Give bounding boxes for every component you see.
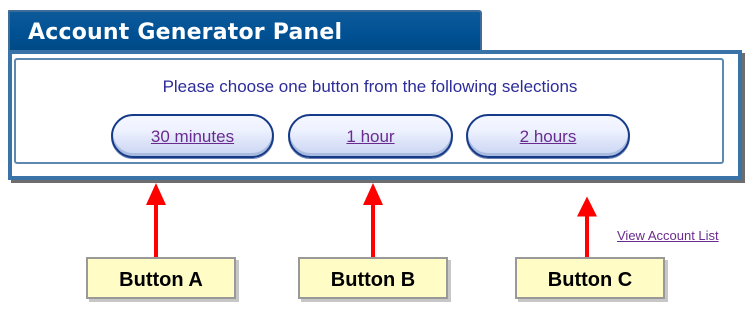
button-b-callout-text: Button B bbox=[330, 269, 416, 291]
arrow-up-icon bbox=[146, 183, 166, 257]
button-a-callout: Button A bbox=[86, 257, 236, 299]
selection-instruction: Please choose one button from the follow… bbox=[162, 77, 578, 96]
two-hours-button-label: 2 hours bbox=[519, 127, 577, 146]
thirty-minutes-button-label: 30 minutes bbox=[150, 127, 235, 146]
button-b-callout: Button B bbox=[298, 257, 448, 299]
arrow-up-icon bbox=[363, 183, 383, 257]
thirty-minutes-button[interactable]: 30 minutes bbox=[111, 114, 274, 158]
panel-header: Account Generator Panel bbox=[8, 10, 482, 52]
view-account-list-link[interactable]: View Account List bbox=[617, 228, 719, 243]
one-hour-button[interactable]: 1 hour bbox=[288, 114, 453, 158]
one-hour-button-label: 1 hour bbox=[346, 127, 395, 146]
button-c-callout-text: Button C bbox=[547, 269, 633, 291]
button-a-callout-text: Button A bbox=[119, 269, 203, 291]
button-c-callout: Button C bbox=[515, 257, 665, 299]
two-hours-button[interactable]: 2 hours bbox=[466, 114, 630, 158]
account-generator-screen: Account Generator Panel Please choose on… bbox=[0, 0, 751, 313]
arrow-up-icon bbox=[577, 196, 597, 262]
panel-title: Account Generator Panel bbox=[28, 20, 343, 45]
